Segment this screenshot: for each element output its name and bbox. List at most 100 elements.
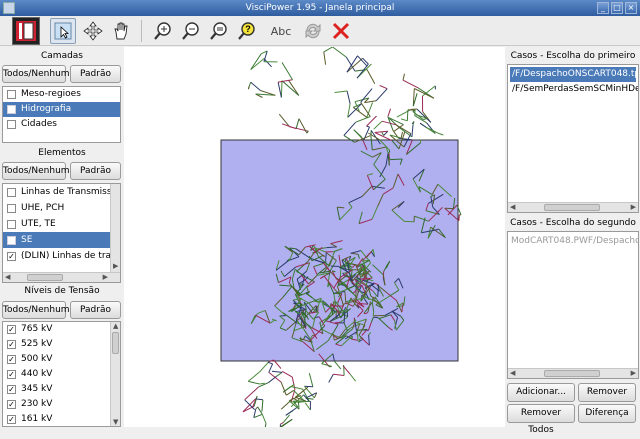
transmission-line — [324, 52, 326, 65]
checkbox-checked[interactable]: ✓ — [7, 385, 16, 394]
transmission-line — [304, 386, 313, 387]
zoom-out-icon[interactable] — [178, 18, 204, 44]
transmission-line — [407, 110, 408, 121]
pan-hand-icon[interactable] — [108, 18, 134, 44]
transmission-line — [376, 89, 387, 101]
transmission-line — [305, 403, 310, 410]
camadas-default-button[interactable]: Padrão — [70, 65, 121, 83]
transmission-line — [254, 414, 263, 417]
checkbox-checked[interactable]: ✓ — [7, 252, 16, 261]
window-icon[interactable] — [3, 2, 15, 14]
niveis-list: ✓765 kV ✓525 kV ✓500 kV ✓440 kV ✓345 kV … — [2, 321, 121, 427]
item-label: Cidades — [21, 117, 57, 132]
transmission-line — [420, 123, 426, 127]
transmission-line — [375, 131, 388, 132]
list-item[interactable]: ✓ 161 kV — [3, 412, 110, 427]
zoom-fit-icon[interactable] — [206, 18, 232, 44]
map-canvas[interactable] — [124, 47, 505, 427]
camadas-all-button[interactable]: Todos/Nenhum — [2, 65, 66, 83]
label-text-button[interactable]: Abc — [266, 18, 296, 44]
checkbox[interactable] — [7, 188, 16, 197]
list-item[interactable]: Hidrografia — [3, 102, 120, 117]
zoom-in-icon[interactable] — [150, 18, 176, 44]
minimize-button[interactable]: _ — [597, 2, 609, 14]
transmission-line — [390, 159, 402, 160]
list-item[interactable]: SE — [3, 232, 110, 248]
move-arrows-icon[interactable] — [80, 18, 106, 44]
transmission-line — [401, 119, 407, 121]
close-window-button[interactable]: × — [625, 2, 637, 14]
list-item[interactable]: UHE, PCH — [3, 200, 110, 216]
list-item[interactable]: /F/DespachoONSCART048.tpo — [510, 67, 636, 82]
list-item[interactable]: ModCART048.PWF/DespachoON — [508, 234, 638, 249]
list-item[interactable]: ✓ 765 kV — [3, 322, 110, 337]
elementos-default-button[interactable]: Padrão — [70, 162, 121, 180]
checkbox[interactable] — [7, 120, 16, 129]
list-item[interactable]: ✓345 kV — [3, 382, 110, 397]
casos1-hscroll[interactable]: ◀ ▶ — [508, 202, 638, 212]
transmission-line — [388, 109, 391, 117]
transmission-line — [248, 86, 249, 89]
checkbox[interactable] — [7, 90, 16, 99]
list-item[interactable]: ✓500 kV — [3, 352, 110, 367]
help-icon-glyph: ? — [245, 24, 251, 34]
list-item[interactable]: ✓ 525 kV — [3, 337, 110, 352]
transmission-line — [301, 283, 302, 290]
remove-case-button[interactable]: Remover — [578, 383, 636, 402]
list-item[interactable]: Linhas de Transmissao — [3, 184, 110, 200]
checkbox-checked[interactable]: ✓ — [7, 325, 16, 334]
list-item[interactable]: ✓440 kV — [3, 367, 110, 382]
niveis-all-button[interactable]: Todos/Nenhum — [2, 301, 66, 319]
checkbox-checked[interactable]: ✓ — [7, 415, 16, 424]
transmission-line — [438, 133, 443, 135]
list-item[interactable]: UTE, TE — [3, 216, 110, 232]
difference-button[interactable]: Diferença — [578, 404, 636, 423]
checkbox-checked[interactable]: ✓ — [7, 400, 16, 409]
niveis-default-button[interactable]: Padrão — [70, 301, 121, 319]
elementos-list: Linhas de Transmissao UHE, PCH UTE, TE S… — [2, 183, 121, 283]
add-case-button[interactable]: Adicionar... — [507, 383, 575, 402]
transmission-line — [251, 82, 261, 90]
item-label: 765 kV — [21, 322, 52, 337]
transmission-line — [286, 390, 293, 395]
transmission-line — [262, 400, 263, 412]
list-item[interactable]: Meso-regioes — [3, 87, 120, 102]
close-red-x-icon[interactable] — [328, 18, 354, 44]
select-pointer-icon[interactable] — [50, 18, 76, 44]
list-item[interactable]: Cidades — [3, 117, 120, 132]
transmission-line — [309, 373, 313, 387]
remove-all-button[interactable]: Remover Todos — [507, 404, 575, 423]
list-item[interactable]: ✓230 kV — [3, 397, 110, 412]
network-map[interactable] — [124, 47, 505, 427]
item-label: 525 kV — [21, 337, 52, 352]
refresh-icon[interactable] — [300, 18, 326, 44]
checkbox[interactable] — [7, 204, 16, 213]
checkbox-checked[interactable]: ✓ — [7, 370, 16, 379]
item-label: 161 kV — [21, 412, 52, 427]
checkbox-checked[interactable]: ✓ — [7, 355, 16, 364]
list-item[interactable]: ✓(DLIN) Linhas de transmis — [3, 248, 110, 264]
transmission-line — [401, 132, 402, 138]
checkbox-checked[interactable]: ✓ — [7, 340, 16, 349]
transmission-line — [335, 322, 340, 323]
transmission-line — [264, 423, 266, 427]
item-label: Hidrografia — [21, 102, 71, 117]
niveis-vscroll[interactable]: ▲ ▼ — [110, 322, 120, 426]
transmission-line — [248, 372, 259, 382]
checkbox[interactable] — [7, 105, 16, 114]
elementos-hscroll[interactable]: ◀ ▶ — [3, 272, 120, 282]
transmission-line — [254, 409, 256, 418]
list-item[interactable]: /F/SemPerdasSemSCMinHDespF — [510, 82, 636, 97]
transmission-line — [258, 407, 263, 414]
elementos-all-button[interactable]: Todos/Nenhum — [2, 162, 66, 180]
checkbox[interactable] — [7, 236, 16, 245]
checkbox[interactable] — [7, 220, 16, 229]
elementos-vscroll[interactable]: ▶ — [110, 184, 120, 272]
transmission-line — [282, 371, 292, 377]
transmission-line — [299, 402, 300, 409]
panel-toggle-icon[interactable] — [12, 17, 40, 45]
casos2-hscroll[interactable]: ◀ ▶ — [508, 368, 638, 378]
item-label: Linhas de Transmissao — [21, 185, 121, 200]
help-icon[interactable]: ? — [234, 18, 260, 44]
maximize-button[interactable]: □ — [611, 2, 623, 14]
